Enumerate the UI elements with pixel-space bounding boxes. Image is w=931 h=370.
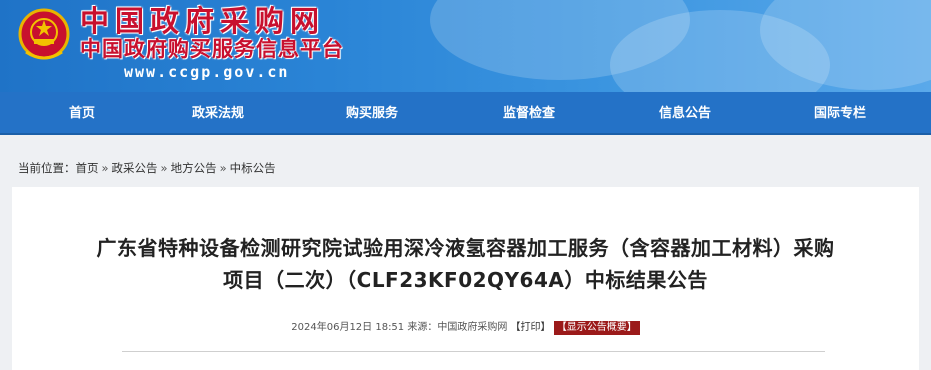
- breadcrumb-item-procurement-notices[interactable]: 政采公告: [112, 161, 158, 175]
- breadcrumb-prefix: 当前位置：: [18, 161, 76, 175]
- divider: [122, 351, 825, 352]
- site-url[interactable]: www.ccgp.gov.cn: [124, 62, 289, 82]
- site-name[interactable]: 中国政府采购网: [80, 4, 325, 38]
- show-summary-button[interactable]: 【显示公告概要】: [553, 321, 640, 335]
- breadcrumb-item-local-notices[interactable]: 地方公告: [171, 161, 217, 175]
- print-link[interactable]: 【打印】: [511, 322, 551, 333]
- article-panel: 广东省特种设备检测研究院试验用深冷液氢容器加工服务（含容器加工材料）采购 项目（…: [12, 187, 919, 370]
- nav-item-home[interactable]: 首页: [30, 92, 134, 135]
- breadcrumb-separator: »: [219, 161, 227, 175]
- article-title-line: 广东省特种设备检测研究院试验用深冷液氢容器加工服务（含容器加工材料）采购: [96, 236, 835, 260]
- site-header: 中国政府采购网 中国政府购买服务信息平台 www.ccgp.gov.cn: [0, 0, 931, 92]
- publish-date: 2024年06月12日 18:51: [291, 322, 405, 333]
- nav-item-regulations[interactable]: 政采法规: [166, 92, 270, 135]
- source-label: 来源：: [407, 322, 438, 333]
- article-title: 广东省特种设备检测研究院试验用深冷液氢容器加工服务（含容器加工材料）采购 项目（…: [34, 232, 897, 296]
- source-name: 中国政府采购网: [437, 322, 508, 333]
- breadcrumb: 当前位置：首页» 政采公告» 地方公告» 中标公告: [18, 159, 276, 177]
- breadcrumb-separator: »: [160, 161, 168, 175]
- nav-item-international[interactable]: 国际专栏: [786, 92, 894, 135]
- nav-item-announcements[interactable]: 信息公告: [633, 92, 737, 135]
- main-nav: 首页 政采法规 购买服务 监督检查 信息公告 国际专栏: [0, 92, 931, 135]
- breadcrumb-item-home[interactable]: 首页: [76, 161, 99, 175]
- nav-item-supervision[interactable]: 监督检查: [477, 92, 581, 135]
- breadcrumb-item-award-notices[interactable]: 中标公告: [230, 161, 276, 175]
- nav-item-purchase-services[interactable]: 购买服务: [320, 92, 424, 135]
- national-emblem-icon[interactable]: [18, 8, 70, 64]
- site-subname: 中国政府购买服务信息平台: [80, 37, 344, 61]
- article-meta: 2024年06月12日 18:51 来源：中国政府采购网 【打印】 【显示公告概…: [12, 320, 919, 336]
- breadcrumb-separator: »: [101, 161, 109, 175]
- article-title-line: 项目（二次）（CLF23KF02QY64A）中标结果公告: [223, 268, 708, 292]
